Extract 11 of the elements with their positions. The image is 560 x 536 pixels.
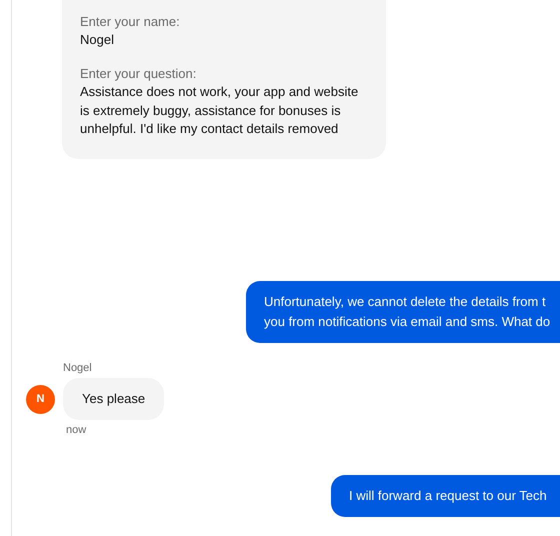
message-time: now [65, 424, 88, 438]
message-text: Unfortunately, we cannot delete the details from t [264, 293, 547, 312]
message-bubble: Yes please [63, 378, 164, 420]
message-text: you from notifications via email and sms. What do [264, 312, 552, 331]
field-label: Enter your question: [80, 64, 198, 83]
avatar: N [26, 384, 55, 414]
field-label: Enter your name: [80, 13, 181, 31]
field-value: Nogel [80, 31, 115, 49]
message-text: I will forward a request to our Tech [349, 487, 548, 506]
sender-name: Nogel [63, 362, 93, 376]
field-value: Assistance does not work, your app and website is extremely buggy, assistance for bonuses is unhelpful. I'd like my contact details removed [80, 82, 360, 138]
